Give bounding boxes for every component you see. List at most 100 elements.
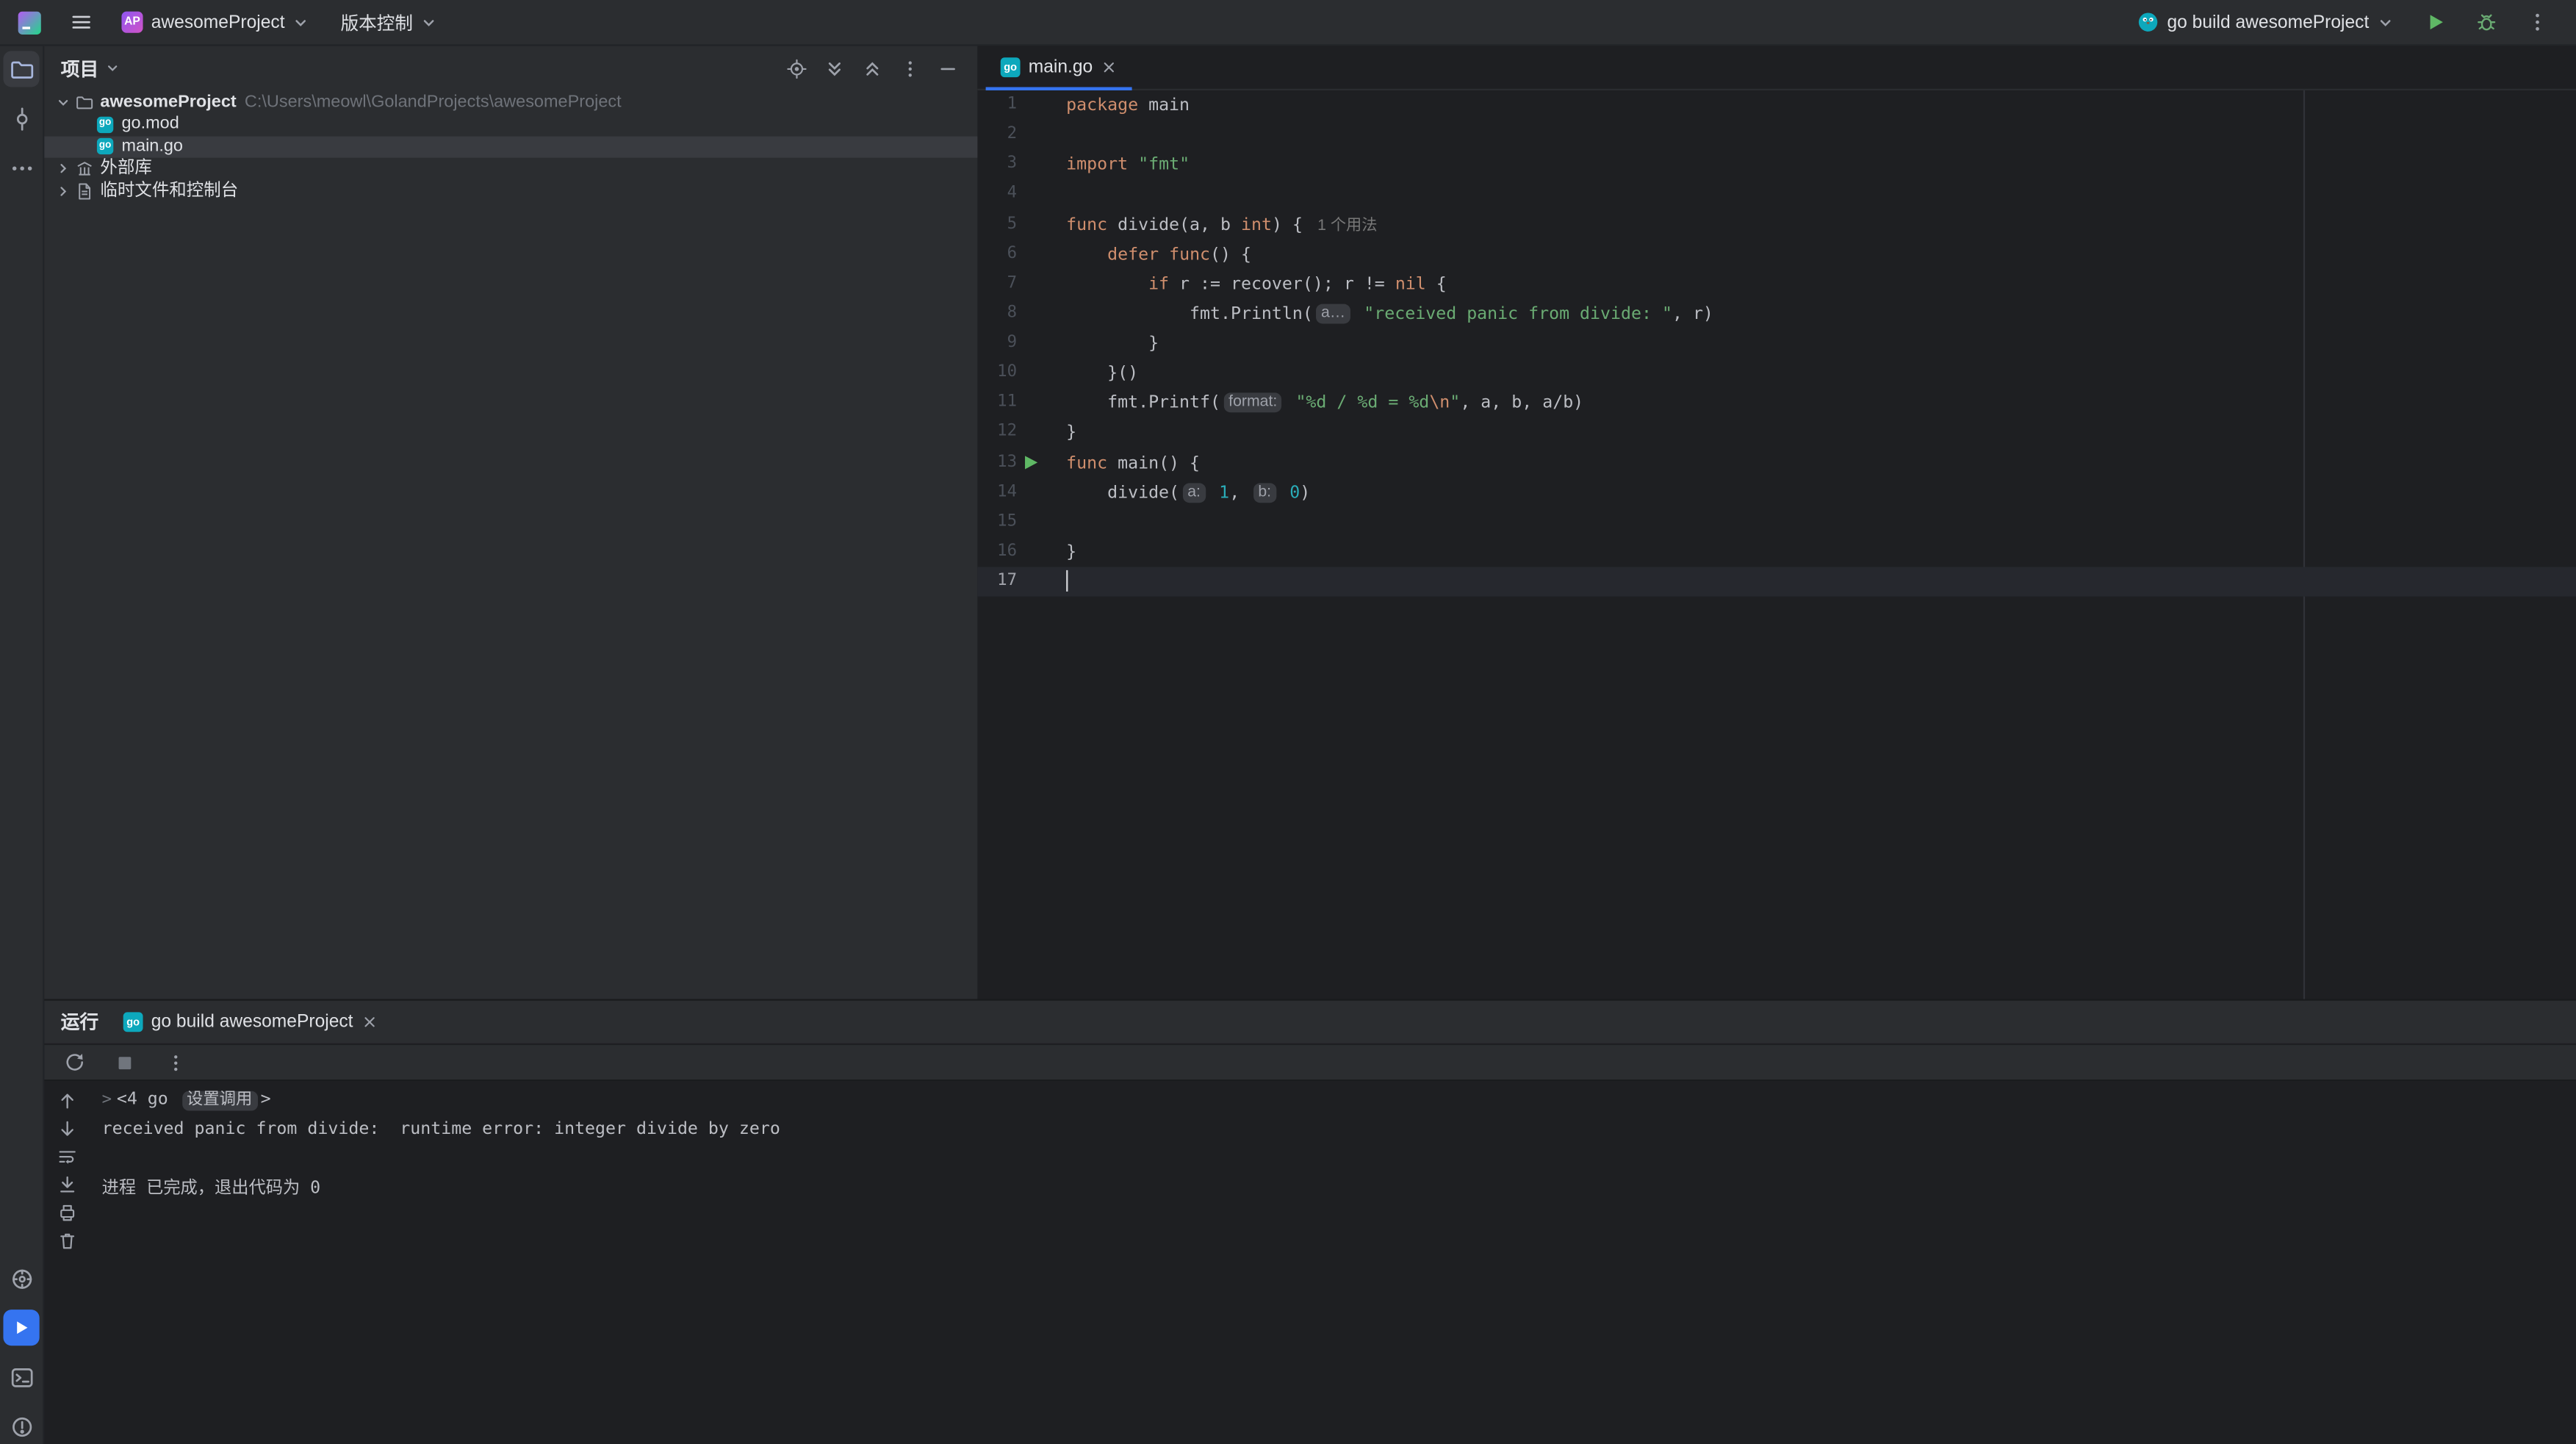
code-line-11[interactable]: 11 fmt.Printf(format: "%d / %d = %d\n", … <box>977 388 2576 418</box>
trash-icon <box>57 1230 76 1250</box>
collapse-all-button[interactable] <box>859 55 885 82</box>
inlay-hint-chip[interactable]: b: <box>1253 483 1276 503</box>
editor-tab-main-go[interactable]: go main.go <box>986 46 1132 89</box>
debug-button[interactable] <box>2469 6 2503 39</box>
close-tab-icon[interactable] <box>361 1014 378 1030</box>
close-tab-icon[interactable] <box>1101 59 1117 75</box>
root-folder-path: C:\Users\meowl\GolandProjects\awesomePro… <box>245 92 622 114</box>
locate-file-button[interactable] <box>784 55 810 82</box>
code-text: package main <box>1045 90 1190 121</box>
gutter-mark <box>1017 478 1045 508</box>
run-toolwindow-button[interactable] <box>3 1310 39 1346</box>
arrow-down-icon <box>57 1118 76 1138</box>
code-line-12[interactable]: 12} <box>977 418 2576 448</box>
tree-row-go-mod[interactable]: go go.mod <box>44 114 977 136</box>
go-run-icon: go <box>123 1012 143 1032</box>
scroll-to-end-button[interactable] <box>54 1174 79 1195</box>
stop-icon <box>115 1052 135 1072</box>
code-line-10[interactable]: 10 }() <box>977 359 2576 389</box>
more-actions-button[interactable] <box>2520 6 2553 39</box>
project-toolwindow-button[interactable] <box>3 51 39 87</box>
gutter-run-button[interactable] <box>1017 448 1045 478</box>
soft-wrap-button[interactable] <box>54 1145 79 1166</box>
tree-row-project-root[interactable]: awesomeProject C:\Users\meowl\GolandProj… <box>44 92 977 114</box>
code-line-14[interactable]: 14 divide(a: 1, b: 0) <box>977 478 2576 508</box>
gutter-mark <box>1017 567 1045 597</box>
kebab-icon <box>900 58 920 78</box>
usages-hint[interactable]: 1 个用法 <box>1317 216 1377 234</box>
expand-all-button[interactable] <box>821 55 848 82</box>
project-avatar: AP <box>121 12 143 33</box>
editor-body[interactable]: 1package main23import "fmt"45func divide… <box>977 90 2576 999</box>
folded-region-chip[interactable]: 设置调用 <box>181 1091 257 1111</box>
code-text: defer func() { <box>1045 240 1251 270</box>
services-icon <box>9 1266 34 1291</box>
terminal-toolwindow-button[interactable] <box>3 1359 39 1395</box>
vcs-label: 版本控制 <box>341 9 413 35</box>
fold-toggle-icon[interactable]: > <box>102 1091 112 1110</box>
run-tab-go-build[interactable]: go go build awesomeProject <box>123 1012 378 1032</box>
gutter-mark <box>1017 90 1045 121</box>
run-panel-body: ><4 go 设置调用>received panic from divide: … <box>44 1081 2576 1444</box>
line-number: 11 <box>977 388 1017 418</box>
code-line-16[interactable]: 16} <box>977 537 2576 567</box>
code-line-2[interactable]: 2 <box>977 121 2576 151</box>
more-toolwindows-button[interactable] <box>3 149 39 185</box>
code-line-17[interactable]: 17 <box>977 567 2576 597</box>
main-menu-button[interactable] <box>64 6 97 39</box>
stop-button[interactable] <box>109 1046 142 1079</box>
print-button[interactable] <box>54 1201 79 1223</box>
tree-row-external-libraries[interactable]: 外部库 <box>44 158 977 180</box>
jump-down-button[interactable] <box>54 1117 79 1138</box>
gutter-mark <box>1017 209 1045 240</box>
editor-area: go main.go 1package main23import "fmt"45… <box>977 46 2576 999</box>
hide-panel-button[interactable] <box>935 55 961 82</box>
node-label: 外部库 <box>100 158 151 180</box>
line-number: 5 <box>977 209 1017 240</box>
gutter-mark <box>1017 359 1045 389</box>
code-line-13[interactable]: 13func main() { <box>977 448 2576 478</box>
inlay-hint-chip[interactable]: a… <box>1316 303 1350 323</box>
problems-toolwindow-button[interactable] <box>3 1408 39 1444</box>
code-line-9[interactable]: 9 } <box>977 328 2576 359</box>
clear-console-button[interactable] <box>54 1229 79 1251</box>
inlay-hint-chip[interactable]: format: <box>1223 393 1282 413</box>
line-number: 7 <box>977 269 1017 299</box>
commit-toolwindow-button[interactable] <box>3 100 39 136</box>
jump-up-button[interactable] <box>54 1089 79 1110</box>
console-options-button[interactable] <box>159 1046 193 1079</box>
gutter-mark <box>1017 180 1045 210</box>
gutter-mark <box>1017 269 1045 299</box>
project-panel-title-menu[interactable]: 项目 <box>61 55 120 82</box>
scratches-icon <box>75 182 93 201</box>
code-line-6[interactable]: 6 defer func() { <box>977 240 2576 270</box>
code-line-8[interactable]: 8 fmt.Println(a… "received panic from di… <box>977 299 2576 329</box>
code-line-15[interactable]: 15 <box>977 507 2576 537</box>
services-toolwindow-button[interactable] <box>3 1260 39 1296</box>
vcs-selector[interactable]: 版本控制 <box>334 6 445 39</box>
folder-icon <box>75 94 93 112</box>
rerun-button[interactable] <box>57 1046 90 1079</box>
run-config-selector[interactable]: go build awesomeProject <box>2131 8 2400 36</box>
gutter-mark <box>1017 537 1045 567</box>
tree-row-scratches[interactable]: 临时文件和控制台 <box>44 180 977 202</box>
code-line-1[interactable]: 1package main <box>977 90 2576 121</box>
tab-label: main.go <box>1029 57 1093 77</box>
line-number: 10 <box>977 359 1017 389</box>
code-line-5[interactable]: 5func divide(a, b int) {1 个用法 <box>977 209 2576 240</box>
editor-code: 1package main23import "fmt"45func divide… <box>977 90 2576 597</box>
collapse-all-icon <box>863 58 882 78</box>
file-name: go.mod <box>121 114 179 136</box>
tree-row-main-go[interactable]: go main.go <box>44 136 977 158</box>
project-selector[interactable]: AP awesomeProject <box>115 8 317 36</box>
run-button[interactable] <box>2418 6 2451 39</box>
panel-options-button[interactable] <box>897 55 924 82</box>
code-line-4[interactable]: 4 <box>977 180 2576 210</box>
code-text: divide(a: 1, b: 0) <box>1045 478 1310 508</box>
inlay-hint-chip[interactable]: a: <box>1183 483 1206 503</box>
minimize-icon <box>938 58 958 78</box>
play-icon <box>2424 12 2445 33</box>
goland-ide-window: AP awesomeProject 版本控制 go build awesomeP… <box>0 0 2576 1444</box>
code-line-7[interactable]: 7 if r := recover(); r != nil { <box>977 269 2576 299</box>
code-line-3[interactable]: 3import "fmt" <box>977 150 2576 180</box>
